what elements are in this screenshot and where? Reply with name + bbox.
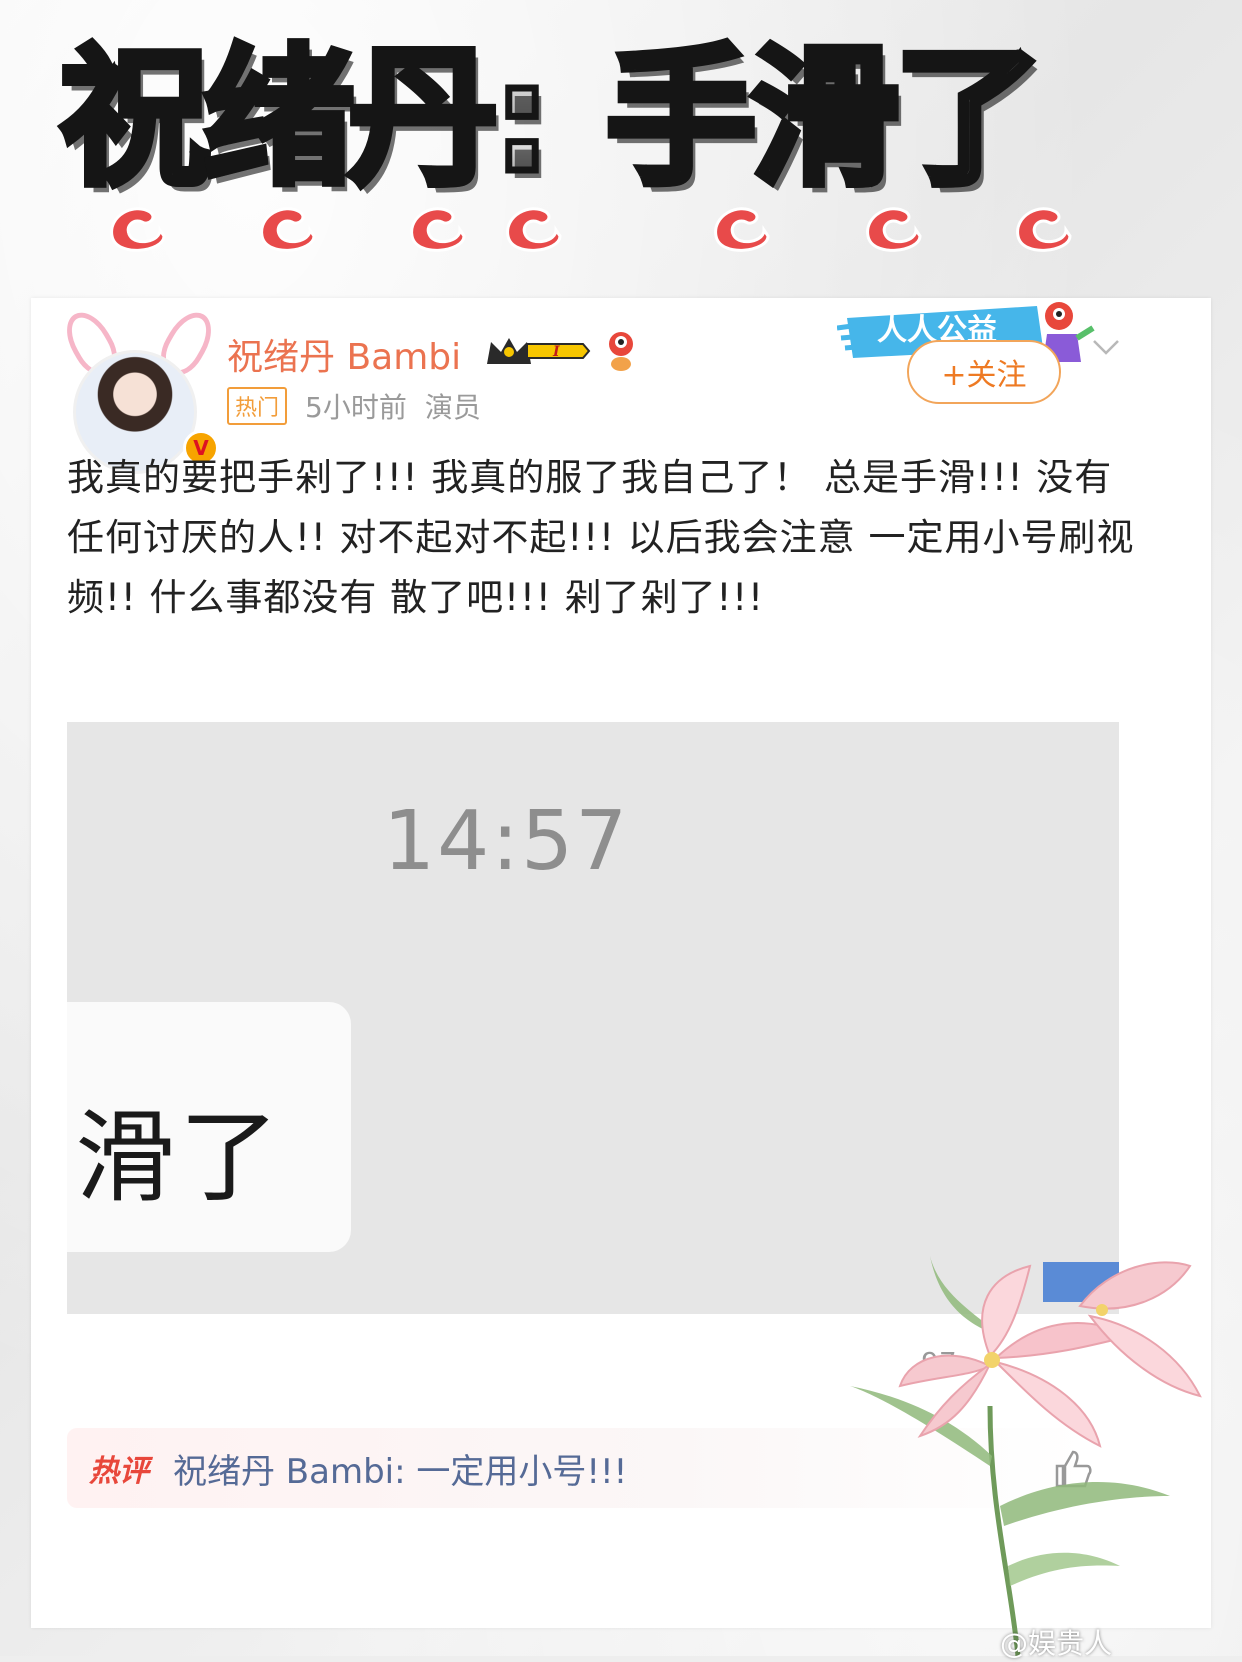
avatar-frame[interactable]: V xyxy=(57,304,221,474)
post-content: 我真的要把手剁了!!! 我真的服了我自己了！ 总是手滑!!! 没有任何讨厌的人!… xyxy=(67,456,1135,619)
hot-tag: 热门 xyxy=(227,387,288,425)
chevron-down-icon[interactable] xyxy=(1091,332,1121,362)
hot-comment-text: 祝绪丹 Bambi: 一定用小号!!! xyxy=(173,1451,628,1492)
level-badge-text: I xyxy=(552,344,560,360)
crown-level-badge-icon: I xyxy=(487,338,591,364)
follow-button[interactable]: +关注 xyxy=(907,340,1061,404)
headline: 祝绪丹: 手滑了 xyxy=(57,24,1202,214)
decorative-swirls xyxy=(0,196,1242,266)
chat-bubble-text: 滑了 xyxy=(75,1099,283,1216)
swirl-icon xyxy=(714,207,770,252)
weibo-mascot-icon xyxy=(609,332,633,371)
post-time: 5小时前 xyxy=(305,391,407,424)
swirl-icon xyxy=(260,207,316,252)
hot-comment-label: 热评 xyxy=(89,1454,149,1489)
swirl-icon xyxy=(110,207,166,252)
swirl-icon xyxy=(506,207,562,252)
lily-flower-decoration-icon xyxy=(850,1256,1202,1656)
chat-bubble: 滑了 xyxy=(67,1002,351,1252)
watermark: @娱贵人 xyxy=(1000,1627,1113,1660)
screenshot-time: 14:57 xyxy=(383,794,630,889)
headline-name: 祝绪丹: xyxy=(57,32,556,206)
swirl-icon xyxy=(1016,207,1072,252)
post-meta: 热门 5小时前 演员 xyxy=(227,386,481,426)
user-name[interactable]: 祝绪丹 Bambi xyxy=(227,328,461,380)
user-role: 演员 xyxy=(424,391,481,424)
swirl-icon xyxy=(410,207,466,252)
attached-screenshot[interactable]: 14:57 滑了 xyxy=(67,722,1119,1314)
swirl-icon xyxy=(866,207,922,252)
headline-slip: 手滑了 xyxy=(602,32,1047,206)
